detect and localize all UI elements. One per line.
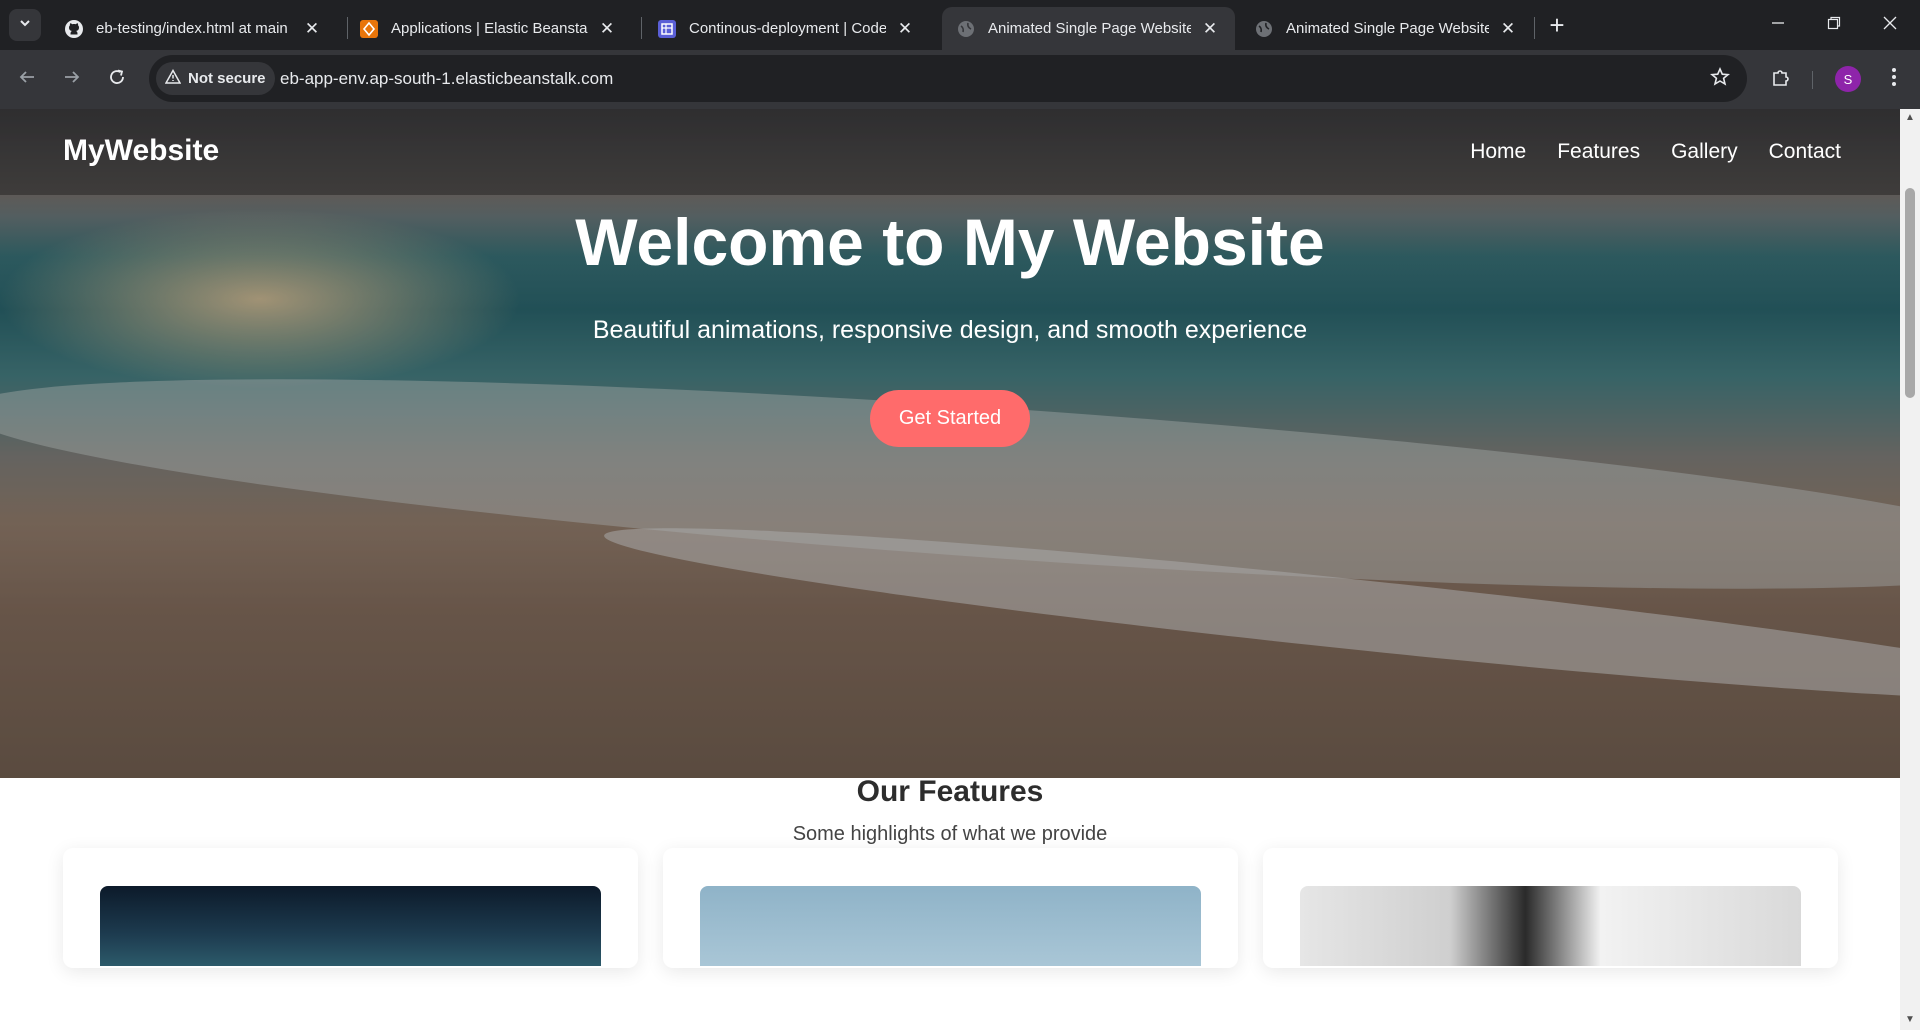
back-arrow-icon <box>18 68 36 91</box>
warning-icon <box>164 68 188 88</box>
feature-card-image <box>700 886 1201 966</box>
tab-github[interactable]: eb-testing/index.html at main · ✕ <box>50 7 337 50</box>
feature-card-image <box>100 886 601 966</box>
tab-title: Applications | Elastic Beanstalk | <box>391 20 588 37</box>
globe-icon <box>956 19 976 39</box>
features-subtitle: Some highlights of what we provide <box>792 823 1108 845</box>
site-nav-links: Home Features Gallery Contact <box>1470 140 1841 164</box>
feature-card <box>663 848 1238 968</box>
scroll-down-arrow-icon[interactable]: ▼ <box>1904 1015 1916 1025</box>
page-scrollbar[interactable]: ▲ ▼ <box>1900 109 1920 1030</box>
browser-toolbar: Not secure eb-app-env.ap-south-1.elastic… <box>0 50 1920 109</box>
close-tab-icon[interactable]: ✕ <box>301 18 323 40</box>
globe-icon <box>1254 19 1274 39</box>
tab-title: eb-testing/index.html at main · <box>96 20 293 37</box>
get-started-button[interactable]: Get Started <box>870 390 1030 447</box>
back-button[interactable] <box>9 61 45 97</box>
tab-elastic-beanstalk[interactable]: Applications | Elastic Beanstalk | ✕ <box>345 7 632 50</box>
tab-separator <box>641 17 642 39</box>
feature-card-image <box>1300 886 1801 966</box>
reload-icon <box>108 68 126 91</box>
close-icon <box>1883 16 1897 35</box>
site-security-chip[interactable]: Not secure <box>156 62 275 95</box>
address-bar[interactable]: Not secure eb-app-env.ap-south-1.elastic… <box>149 55 1747 102</box>
tab-codepipeline[interactable]: Continous-deployment | CodeP ✕ <box>643 7 930 50</box>
hero-section: MyWebsite Home Features Gallery Contact … <box>0 109 1900 778</box>
chevron-down-icon <box>18 16 32 35</box>
tab-separator <box>1534 17 1535 39</box>
forward-button[interactable] <box>54 61 90 97</box>
tab-title: Animated Single Page Website <box>988 20 1191 37</box>
scroll-up-arrow-icon[interactable]: ▲ <box>1904 113 1916 123</box>
new-tab-button[interactable]: + <box>1543 12 1571 40</box>
tab-animated-website[interactable]: Animated Single Page Website ✕ <box>1240 7 1533 50</box>
forward-arrow-icon <box>63 68 81 91</box>
minimize-button[interactable] <box>1750 0 1806 50</box>
puzzle-icon <box>1771 67 1791 92</box>
toolbar-separator <box>1812 71 1813 89</box>
close-tab-icon[interactable]: ✕ <box>596 18 618 40</box>
browser-menu-button[interactable] <box>1879 61 1909 97</box>
tab-search-button[interactable] <box>9 9 41 41</box>
close-tab-icon[interactable]: ✕ <box>894 18 916 40</box>
tab-title: Animated Single Page Website <box>1286 20 1489 37</box>
star-icon <box>1709 66 1731 92</box>
restore-icon <box>1827 16 1841 35</box>
codepipeline-icon <box>657 19 677 39</box>
nav-link-home[interactable]: Home <box>1470 140 1526 164</box>
minimize-icon <box>1771 16 1785 35</box>
tab-strip: eb-testing/index.html at main · ✕ Applic… <box>0 0 1920 50</box>
more-vert-icon <box>1892 67 1896 91</box>
github-icon <box>64 19 84 39</box>
reload-button[interactable] <box>99 61 135 97</box>
url-text[interactable]: eb-app-env.ap-south-1.elasticbeanstalk.c… <box>280 55 613 102</box>
close-window-button[interactable] <box>1862 0 1918 50</box>
site-logo[interactable]: MyWebsite <box>63 134 219 168</box>
tab-animated-website-active[interactable]: Animated Single Page Website ✕ <box>942 7 1235 50</box>
restore-button[interactable] <box>1806 0 1862 50</box>
profile-avatar[interactable]: S <box>1835 66 1861 92</box>
bookmark-star-button[interactable] <box>1707 66 1733 92</box>
scrollbar-thumb[interactable] <box>1905 188 1915 398</box>
feature-card <box>63 848 638 968</box>
nav-link-gallery[interactable]: Gallery <box>1671 140 1738 164</box>
features-title: Our Features <box>856 775 1044 808</box>
site-navbar: MyWebsite Home Features Gallery Contact <box>0 109 1900 195</box>
extensions-button[interactable] <box>1763 61 1799 97</box>
security-label: Not secure <box>188 70 266 87</box>
close-tab-icon[interactable]: ✕ <box>1199 18 1221 40</box>
page-viewport: MyWebsite Home Features Gallery Contact … <box>0 109 1900 1030</box>
close-tab-icon[interactable]: ✕ <box>1497 18 1519 40</box>
hero-subtitle: Beautiful animations, responsive design,… <box>592 316 1308 344</box>
hero-title: Welcome to My Website <box>575 205 1325 279</box>
tab-title: Continous-deployment | CodeP <box>689 20 886 37</box>
nav-link-contact[interactable]: Contact <box>1769 140 1841 164</box>
nav-link-features[interactable]: Features <box>1557 140 1640 164</box>
aws-beanstalk-icon <box>359 19 379 39</box>
feature-card <box>1263 848 1838 968</box>
